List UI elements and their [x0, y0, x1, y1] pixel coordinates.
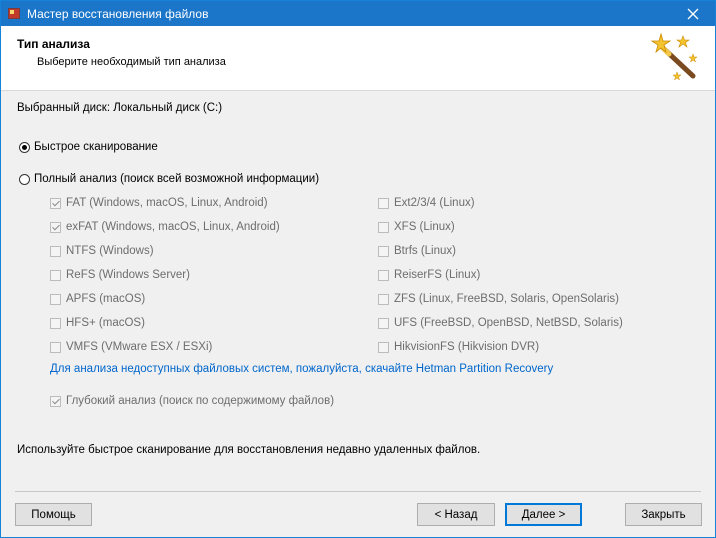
fs-checkbox[interactable] — [378, 197, 389, 209]
page-title: Тип анализа — [17, 37, 90, 51]
fs-option-hfs[interactable]: HFS+ (macOS) — [50, 317, 145, 329]
fs-label: exFAT (Windows, macOS, Linux, Android) — [66, 221, 280, 233]
fs-checkbox[interactable] — [378, 245, 389, 257]
deep-analysis-label: Глубокий анализ (поиск по содержимому фа… — [66, 395, 335, 407]
fs-option-btrfs[interactable]: Btrfs (Linux) — [378, 245, 456, 257]
fs-option-ntfs[interactable]: NTFS (Windows) — [50, 245, 154, 257]
fs-option-ufs[interactable]: UFS (FreeBSD, OpenBSD, NetBSD, Solaris) — [378, 317, 623, 329]
fs-label: HikvisionFS (Hikvision DVR) — [394, 341, 540, 353]
fs-label: UFS (FreeBSD, OpenBSD, NetBSD, Solaris) — [394, 317, 623, 329]
fs-option-ext[interactable]: Ext2/3/4 (Linux) — [378, 197, 475, 209]
fs-checkbox[interactable] — [50, 221, 61, 233]
fs-option-exfat[interactable]: exFAT (Windows, macOS, Linux, Android) — [50, 221, 280, 233]
wizard-header: Тип анализа Выберите необходимый тип ана… — [1, 26, 715, 91]
quick-scan-label: Быстрое сканирование — [34, 141, 158, 153]
fs-label: APFS (macOS) — [66, 293, 146, 305]
full-analysis-label: Полный анализ (поиск всей возможной инфо… — [34, 173, 320, 185]
fs-checkbox[interactable] — [378, 269, 389, 281]
full-analysis-option[interactable]: Полный анализ (поиск всей возможной инфо… — [19, 173, 319, 185]
fs-label: Ext2/3/4 (Linux) — [394, 197, 475, 209]
deep-analysis-checkbox[interactable] — [50, 395, 61, 407]
fs-label: ZFS (Linux, FreeBSD, Solaris, OpenSolari… — [394, 293, 619, 305]
magic-wand-icon — [650, 32, 698, 81]
help-button[interactable]: Помощь — [15, 503, 92, 526]
deep-analysis-option[interactable]: Глубокий анализ (поиск по содержимому фа… — [50, 395, 334, 407]
quick-scan-option[interactable]: Быстрое сканирование — [19, 141, 158, 153]
fs-option-reiserfs[interactable]: ReiserFS (Linux) — [378, 269, 480, 281]
fs-label: Btrfs (Linux) — [394, 245, 456, 257]
fs-checkbox[interactable] — [50, 317, 61, 329]
divider — [15, 491, 701, 492]
close-button[interactable]: Закрыть — [625, 503, 702, 526]
partition-recovery-link[interactable]: Для анализа недоступных файловых систем,… — [50, 363, 553, 375]
fs-label: NTFS (Windows) — [66, 245, 154, 257]
back-button[interactable]: < Назад — [417, 503, 495, 526]
fs-option-zfs[interactable]: ZFS (Linux, FreeBSD, Solaris, OpenSolari… — [378, 293, 619, 305]
fs-checkbox[interactable] — [50, 197, 61, 209]
page-subtitle: Выберите необходимый тип анализа — [37, 56, 226, 68]
fs-option-refs[interactable]: ReFS (Windows Server) — [50, 269, 190, 281]
fs-label: ReiserFS (Linux) — [394, 269, 481, 281]
fs-label: ReFS (Windows Server) — [66, 269, 190, 281]
close-icon — [687, 8, 699, 19]
fs-checkbox[interactable] — [378, 317, 389, 329]
full-analysis-radio[interactable] — [19, 173, 30, 185]
fs-checkbox[interactable] — [50, 341, 61, 353]
hint-text: Используйте быстрое сканирование для вос… — [17, 444, 481, 456]
fs-option-apfs[interactable]: APFS (macOS) — [50, 293, 145, 305]
app-icon — [8, 8, 20, 19]
fs-label: VMFS (VMware ESX / ESXi) — [66, 341, 213, 353]
next-button[interactable]: Далее > — [505, 503, 582, 526]
fs-checkbox[interactable] — [378, 221, 389, 233]
fs-checkbox[interactable] — [50, 269, 61, 281]
selected-disk-label: Выбранный диск: Локальный диск (C:) — [17, 102, 223, 114]
fs-checkbox[interactable] — [50, 293, 61, 305]
fs-label: XFS (Linux) — [394, 221, 455, 233]
fs-label: FAT (Windows, macOS, Linux, Android) — [66, 197, 268, 209]
wizard-window: Мастер восстановления файлов Тип анализа… — [0, 0, 716, 538]
title-bar[interactable]: Мастер восстановления файлов — [1, 1, 715, 26]
fs-option-hikvisionfs[interactable]: HikvisionFS (Hikvision DVR) — [378, 341, 539, 353]
fs-option-xfs[interactable]: XFS (Linux) — [378, 221, 455, 233]
fs-checkbox[interactable] — [50, 245, 61, 257]
fs-checkbox[interactable] — [378, 293, 389, 305]
fs-option-fat[interactable]: FAT (Windows, macOS, Linux, Android) — [50, 197, 268, 209]
fs-label: HFS+ (macOS) — [66, 317, 145, 329]
fs-option-vmfs[interactable]: VMFS (VMware ESX / ESXi) — [50, 341, 212, 353]
quick-scan-radio[interactable] — [19, 141, 30, 153]
fs-checkbox[interactable] — [378, 341, 389, 353]
close-window-button[interactable] — [671, 1, 715, 26]
window-title: Мастер восстановления файлов — [27, 7, 209, 21]
